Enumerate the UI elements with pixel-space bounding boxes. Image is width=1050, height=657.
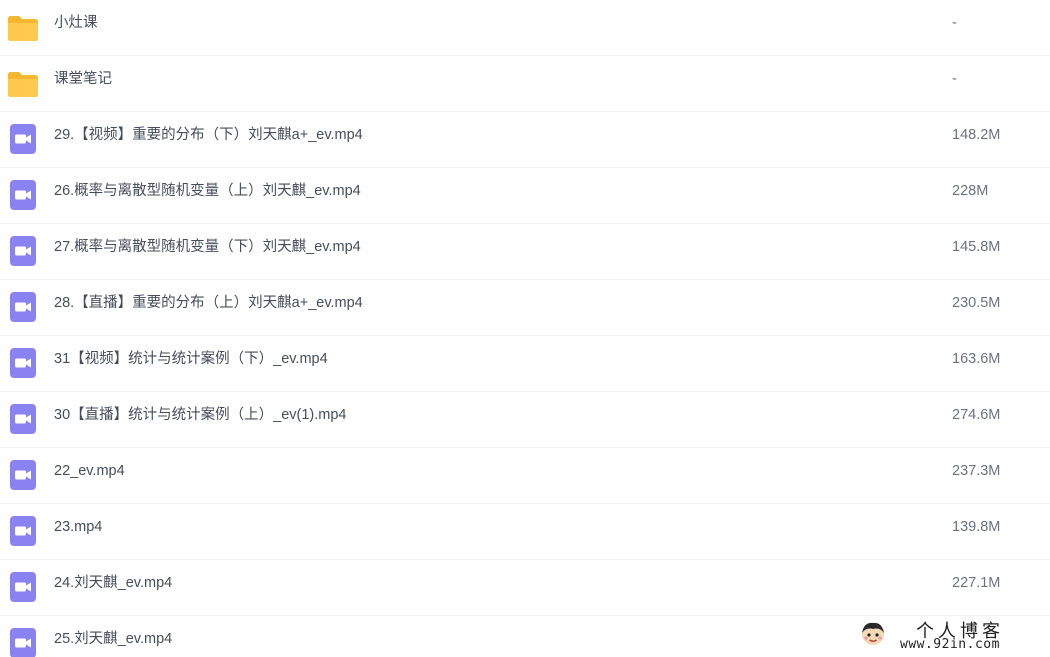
file-name[interactable]: 29.【视频】重要的分布（下）刘天麒a+_ev.mp4 <box>54 112 363 168</box>
file-row-video[interactable]: 24.刘天麒_ev.mp4 227.1M <box>0 560 1050 616</box>
video-file-icon <box>6 402 40 436</box>
file-name[interactable]: 小灶课 <box>54 0 98 56</box>
file-size: 227.1M <box>952 575 1001 591</box>
file-name[interactable]: 27.概率与离散型随机变量（下）刘天麒_ev.mp4 <box>54 224 361 280</box>
file-row-video[interactable]: 23.mp4 139.8M <box>0 504 1050 560</box>
file-name[interactable]: 26.概率与离散型随机变量（上）刘天麒_ev.mp4 <box>54 168 361 224</box>
video-file-icon <box>6 458 40 492</box>
file-name[interactable]: 25.刘天麒_ev.mp4 <box>54 616 172 657</box>
folder-icon <box>6 66 40 100</box>
file-size: 163.6M <box>952 351 1001 367</box>
file-size: 139.8M <box>952 519 1001 535</box>
file-name[interactable]: 30【直播】统计与统计案例（上）_ev(1).mp4 <box>54 392 346 448</box>
watermark-url: www.92in.com <box>900 637 1000 652</box>
file-row-folder[interactable]: 课堂笔记 - <box>0 56 1050 112</box>
file-size: 237.3M <box>952 463 1001 479</box>
file-size: 230.5M <box>952 295 1001 311</box>
file-row-video[interactable]: 22_ev.mp4 237.3M <box>0 448 1050 504</box>
file-size: 274.6M <box>952 407 1001 423</box>
file-name[interactable]: 28.【直播】重要的分布（上）刘天麒a+_ev.mp4 <box>54 280 363 336</box>
file-row-folder[interactable]: 小灶课 - <box>0 0 1050 56</box>
file-size: - <box>952 15 957 31</box>
video-file-icon <box>6 122 40 156</box>
folder-icon <box>6 10 40 44</box>
video-file-icon <box>6 626 40 657</box>
file-name[interactable]: 24.刘天麒_ev.mp4 <box>54 560 172 616</box>
video-file-icon <box>6 178 40 212</box>
video-file-icon <box>6 290 40 324</box>
file-size: - <box>952 71 957 87</box>
file-size: 228M <box>952 183 989 199</box>
video-file-icon <box>6 234 40 268</box>
video-file-icon <box>6 346 40 380</box>
file-row-video[interactable]: 26.概率与离散型随机变量（上）刘天麒_ev.mp4 228M <box>0 168 1050 224</box>
file-size: 145.8M <box>952 239 1001 255</box>
file-name[interactable]: 23.mp4 <box>54 504 102 560</box>
file-row-video[interactable]: 30【直播】统计与统计案例（上）_ev(1).mp4 274.6M <box>0 392 1050 448</box>
file-row-video[interactable]: 27.概率与离散型随机变量（下）刘天麒_ev.mp4 145.8M <box>0 224 1050 280</box>
file-name[interactable]: 31【视频】统计与统计案例（下）_ev.mp4 <box>54 336 328 392</box>
file-size: 148.2M <box>952 127 1001 143</box>
file-name[interactable]: 课堂笔记 <box>54 56 112 112</box>
site-watermark: 个人博客 www.92in.com <box>856 617 1046 655</box>
file-row-video[interactable]: 31【视频】统计与统计案例（下）_ev.mp4 163.6M <box>0 336 1050 392</box>
video-file-icon <box>6 514 40 548</box>
video-file-icon <box>6 570 40 604</box>
file-list: 小灶课 - 课堂笔记 - 29.【视频】重要的分布（下）刘天麒a+_ev.mp4… <box>0 0 1050 657</box>
file-row-video[interactable]: 28.【直播】重要的分布（上）刘天麒a+_ev.mp4 230.5M <box>0 280 1050 336</box>
file-row-video[interactable]: 29.【视频】重要的分布（下）刘天麒a+_ev.mp4 148.2M <box>0 112 1050 168</box>
cartoon-face-icon <box>860 621 886 647</box>
file-name[interactable]: 22_ev.mp4 <box>54 448 125 504</box>
